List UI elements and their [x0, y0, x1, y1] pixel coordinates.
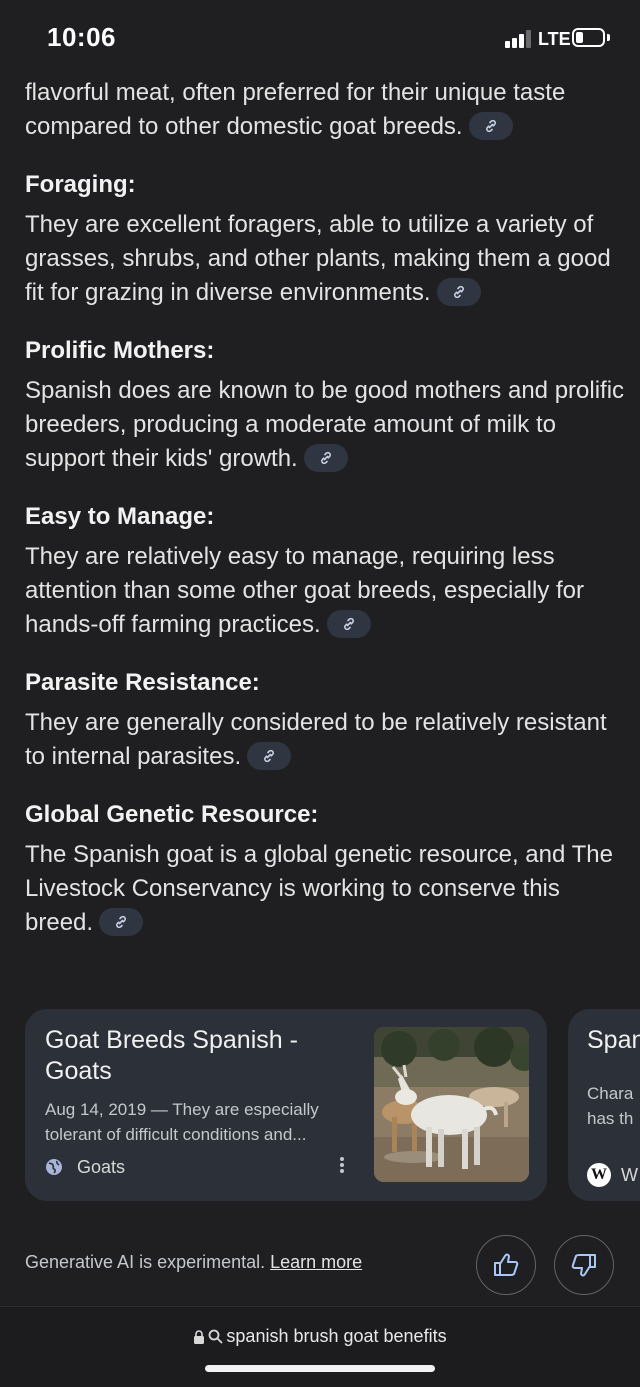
battery-icon: [572, 28, 605, 47]
globe-icon: [46, 1159, 62, 1175]
source-card-title[interactable]: Goat Breeds Spanish - Goats: [45, 1025, 365, 1087]
ai-overview-content: flavorful meat, often preferred for thei…: [25, 76, 625, 940]
source-card[interactable]: Goat Breeds Spanish - Goats Aug 14, 2019…: [25, 1009, 547, 1201]
more-options-icon[interactable]: [337, 1155, 347, 1179]
citation-link-button[interactable]: [468, 111, 513, 140]
section-foraging: Foraging: They are excellent foragers, a…: [25, 168, 625, 310]
section-text: They are relatively easy to manage, requ…: [25, 543, 585, 638]
disclaimer-text: Generative AI is experimental.: [25, 1252, 266, 1272]
home-indicator[interactable]: [205, 1365, 435, 1372]
source-name: Goats: [77, 1156, 126, 1177]
link-icon: [343, 617, 354, 630]
link-icon: [485, 119, 496, 132]
source-card-title[interactable]: Span: [587, 1025, 640, 1056]
section-heading: Prolific Mothers:: [25, 337, 215, 364]
thumbs-down-button[interactable]: [554, 1235, 614, 1295]
section-heading: Global Genetic Resource:: [25, 801, 319, 828]
source-card-snippet: Chara has th: [587, 1084, 634, 1128]
link-icon: [264, 749, 275, 762]
signal-icon: [505, 30, 533, 48]
status-time: 10:06: [47, 22, 116, 52]
section-heading: Foraging:: [25, 171, 136, 198]
link-icon: [320, 451, 331, 464]
section-parasite-resistance: Parasite Resistance: They are generally …: [25, 666, 625, 774]
thumbs-down-icon: [571, 1254, 596, 1277]
source-attribution: Goats: [45, 1155, 125, 1179]
network-type: LTE: [538, 29, 571, 49]
section-heading: Easy to Manage:: [25, 503, 215, 530]
address-bar-content[interactable]: spanish brush goat benefits: [0, 1326, 640, 1347]
learn-more-link[interactable]: Learn more: [270, 1252, 362, 1272]
section-heading: Parasite Resistance:: [25, 669, 260, 696]
citation-link-button[interactable]: [99, 907, 144, 936]
citation-link-button[interactable]: [303, 443, 348, 472]
goat-thumbnail-image[interactable]: [374, 1027, 529, 1182]
section-easy-to-manage: Easy to Manage: They are relatively easy…: [25, 500, 625, 642]
intro-paragraph: flavorful meat, often preferred for thei…: [25, 76, 625, 144]
section-text: They are generally considered to be rela…: [25, 709, 607, 770]
citation-link-button[interactable]: [247, 741, 292, 770]
source-card[interactable]: Span Chara has th W W: [568, 1009, 640, 1201]
link-icon: [453, 285, 464, 298]
wikipedia-icon: W: [587, 1163, 611, 1187]
source-card-snippet: Aug 14, 2019 — They are especially toler…: [45, 1100, 319, 1144]
section-prolific-mothers: Prolific Mothers: Spanish does are known…: [25, 334, 625, 476]
citation-link-button[interactable]: [326, 609, 371, 638]
lock-icon: [194, 1329, 205, 1344]
section-text: They are excellent foragers, able to uti…: [25, 211, 611, 306]
thumbs-up-icon: [494, 1253, 519, 1276]
section-global-genetic-resource: Global Genetic Resource: The Spanish goa…: [25, 798, 625, 940]
thumbs-up-button[interactable]: [476, 1235, 536, 1295]
source-name: W: [621, 1164, 638, 1185]
source-attribution: W W: [587, 1163, 638, 1187]
status-bar: 10:06 LTE: [0, 0, 640, 78]
link-icon: [116, 915, 126, 928]
citation-link-button[interactable]: [436, 277, 481, 306]
ai-disclaimer: Generative AI is experimental. Learn more: [25, 1252, 362, 1273]
search-icon: [209, 1329, 223, 1344]
search-query[interactable]: spanish brush goat benefits: [226, 1326, 446, 1347]
